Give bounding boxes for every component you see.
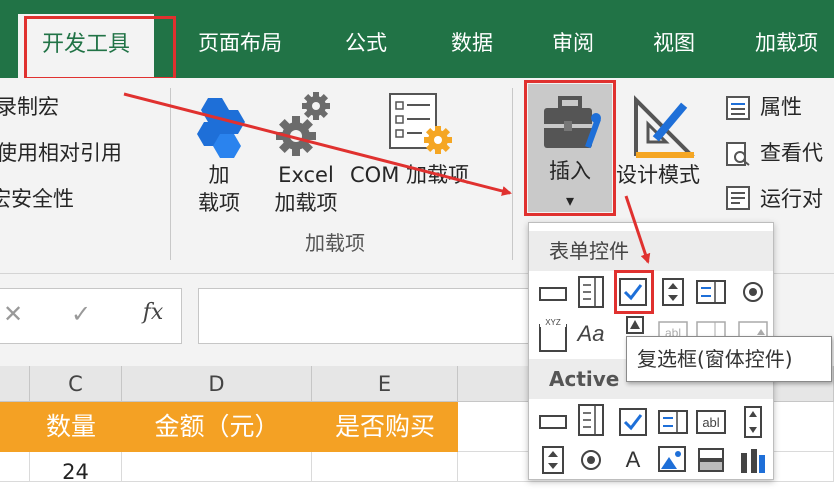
run-dialog-icon[interactable] — [726, 186, 750, 210]
com-addins-checklist-icon[interactable] — [386, 90, 456, 160]
option-button-control-icon[interactable] — [737, 277, 769, 307]
design-mode-label[interactable]: 设计模式 — [616, 162, 700, 188]
activex-list-box-icon[interactable] — [657, 407, 689, 437]
activex-image-icon[interactable] — [657, 445, 689, 475]
addins-label-line2: 载项 — [198, 191, 240, 215]
group-box-xyz-text: XYZ — [545, 318, 561, 327]
com-addins-label: COM 加载项 — [350, 163, 469, 187]
activex-toggle-button-icon[interactable] — [695, 445, 727, 475]
activex-textbox-text: abl — [702, 415, 719, 430]
cell[interactable] — [122, 452, 312, 482]
activex-option-button-icon[interactable] — [575, 445, 607, 475]
view-code-label[interactable]: 查看代 — [760, 140, 823, 166]
label-control-icon[interactable]: Aa — [575, 319, 607, 349]
excel-addins-gear-icon[interactable] — [276, 90, 336, 160]
excel-addins-label-line1: Excel — [278, 163, 334, 187]
macro-security-button[interactable]: 宏安全性 — [0, 186, 74, 212]
header-cell-quantity[interactable]: 数量 — [0, 402, 122, 452]
activex-combo-box-icon[interactable] — [575, 403, 607, 437]
insert-label: 插入 — [549, 159, 591, 183]
cancel-icon[interactable]: ✕ — [0, 300, 26, 330]
toolbox-icon — [540, 94, 602, 154]
group-separator — [170, 88, 171, 260]
excel-addins-label-line2: 加载项 — [274, 191, 338, 215]
combo-box-control-icon[interactable] — [575, 275, 607, 309]
enter-check-icon[interactable]: ✓ — [66, 300, 96, 330]
activex-more-controls-icon[interactable] — [737, 445, 769, 475]
form-controls-title: 表单控件 — [529, 231, 773, 271]
activex-spin-button-icon[interactable] — [537, 445, 569, 475]
insert-controls-button[interactable]: 插入 ▾ — [528, 84, 612, 212]
scroll-bar-control-icon[interactable] — [619, 315, 651, 335]
tab-view[interactable]: 视图 — [653, 28, 695, 58]
insert-dropdown-arrow-icon: ▾ — [565, 191, 575, 210]
column-header-e[interactable]: E — [312, 366, 458, 402]
column-header-prev[interactable] — [0, 366, 30, 402]
run-dialog-label[interactable]: 运行对 — [760, 186, 823, 212]
list-box-control-icon[interactable] — [695, 277, 727, 307]
insert-function-icon[interactable]: fx — [136, 300, 170, 330]
design-mode-icon[interactable] — [630, 90, 700, 160]
tab-data[interactable]: 数据 — [451, 28, 493, 58]
tab-formulas[interactable]: 公式 — [345, 28, 387, 58]
activex-scroll-bar-icon[interactable] — [737, 405, 769, 439]
cell[interactable] — [312, 452, 458, 482]
tab-page-layout[interactable]: 页面布局 — [198, 28, 282, 58]
properties-label[interactable]: 属性 — [760, 94, 802, 120]
relative-reference-button[interactable]: 使用相对引用 — [0, 140, 122, 166]
activex-checkbox-icon[interactable] — [617, 407, 649, 437]
addins-label-line1: 加 — [208, 163, 230, 187]
column-header-c[interactable]: C — [30, 366, 122, 402]
tab-addins[interactable]: 加载项 — [755, 28, 818, 58]
addins-group-label: 加载项 — [305, 231, 365, 255]
formula-input[interactable] — [198, 288, 532, 344]
properties-icon[interactable] — [726, 96, 750, 120]
column-header-d[interactable]: D — [122, 366, 312, 402]
activex-button-icon[interactable] — [537, 407, 569, 437]
header-cell-purchase[interactable]: 是否购买 — [312, 402, 458, 452]
record-macro-button[interactable]: 录制宏 — [0, 94, 59, 120]
group-separator — [512, 88, 513, 260]
header-quantity-text: 数量 — [46, 412, 97, 441]
checkbox-tooltip: 复选框(窗体控件) — [626, 336, 832, 382]
view-code-icon[interactable] — [726, 142, 750, 166]
cell-c-value[interactable]: 24 — [30, 452, 122, 484]
checkbox-control-icon[interactable] — [617, 277, 649, 307]
header-cell-amount[interactable]: 金额（元） — [122, 402, 312, 452]
spin-button-control-icon[interactable] — [657, 277, 689, 307]
group-box-control-icon[interactable]: XYZ — [537, 317, 569, 353]
ribbon-tab-bar: 开发工具 页面布局 公式 数据 审阅 视图 加载项 — [0, 0, 834, 78]
cell[interactable] — [0, 452, 30, 482]
tab-developer[interactable]: 开发工具 — [18, 14, 154, 78]
tab-review[interactable]: 审阅 — [552, 28, 594, 58]
activex-label-icon[interactable]: A — [617, 445, 649, 475]
addins-hexagon-icon[interactable] — [188, 92, 250, 162]
button-control-icon[interactable] — [537, 279, 569, 309]
activex-textbox-icon[interactable]: abl — [695, 407, 727, 437]
